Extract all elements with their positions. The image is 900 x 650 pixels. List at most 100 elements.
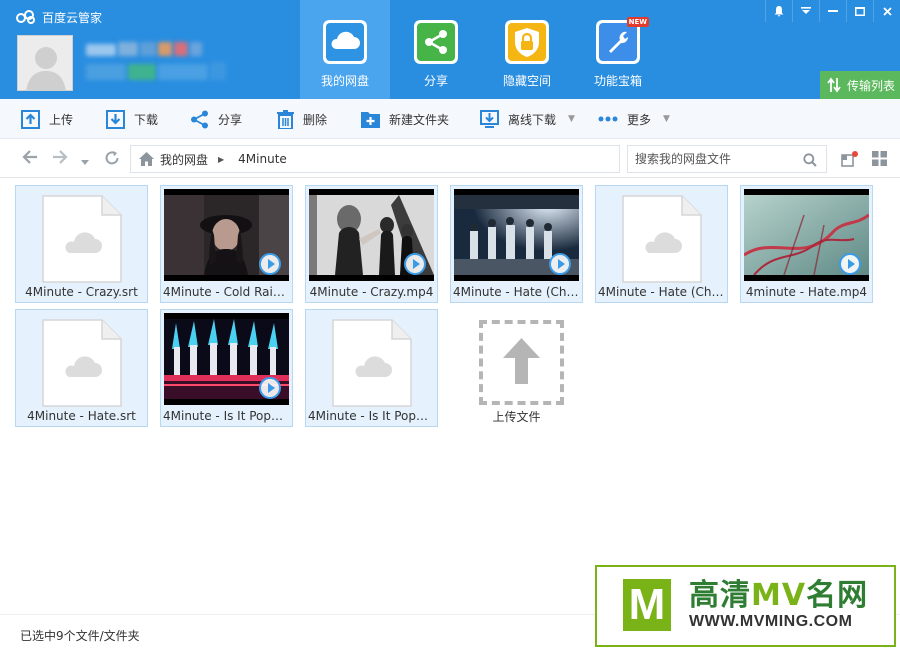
tab-label: 我的网盘 <box>320 74 369 88</box>
breadcrumb-root[interactable]: 我的网盘 <box>160 151 208 168</box>
tab-hidden-space[interactable]: 隐藏空间 <box>482 0 572 99</box>
minimize-icon[interactable] <box>819 0 846 22</box>
play-icon <box>404 253 426 275</box>
offline-download-label: 离线下载 <box>508 112 557 127</box>
file-item[interactable]: 4Minute - Crazy.srt <box>15 185 148 303</box>
subtitle-file-icon <box>42 319 122 407</box>
watermark-title: 高清MV名网 <box>689 579 868 613</box>
more-icon <box>598 116 618 122</box>
file-item[interactable]: 4Minute - Crazy.mp4 <box>305 185 438 303</box>
file-name: 4Minute - Hate (Choreography).mp4 <box>453 285 580 299</box>
file-name: 4Minute - Cold Rain.mp4 <box>163 285 290 299</box>
transfer-list-button[interactable]: 传输列表 <box>820 71 900 99</box>
offline-download-icon <box>480 109 499 128</box>
tab-label: 分享 <box>423 74 448 88</box>
share-button[interactable]: 分享 <box>190 99 242 139</box>
file-item[interactable]: 4Minute - Cold Rain.mp4 <box>160 185 293 303</box>
lock-icon <box>505 20 549 64</box>
watermark-mv: MV <box>751 578 807 613</box>
chevron-right-icon[interactable]: ▶ <box>218 155 224 164</box>
play-icon <box>259 377 281 399</box>
grid-view-icon[interactable] <box>872 151 887 169</box>
address-bar: 我的网盘 ▶ 4Minute <box>0 140 900 178</box>
trash-icon <box>277 109 294 129</box>
file-item[interactable]: 4Minute - Hate (Choreography).srt <box>595 185 728 303</box>
watermark-m-logo-icon: M <box>623 579 671 631</box>
toolbar: 上传 下载 分享 删除 新建文件夹 离线下载 ▼ 更多 ▼ <box>0 99 900 139</box>
subtitle-file-icon <box>42 195 122 283</box>
upload-file-tile[interactable]: 上传文件 <box>450 309 583 427</box>
share-icon <box>191 110 208 128</box>
file-item[interactable]: 4Minute - Hate (Choreography).mp4 <box>450 185 583 303</box>
new-badge: NEW <box>626 17 649 27</box>
file-item[interactable]: 4minute - Hate.mp4 <box>740 185 873 303</box>
chevron-down-icon[interactable]: ▼ <box>663 114 670 124</box>
play-icon <box>839 253 861 275</box>
tab-label: 功能宝箱 <box>593 74 642 88</box>
download-label: 下载 <box>134 112 159 127</box>
history-dropdown-icon[interactable] <box>81 153 89 171</box>
tab-share[interactable]: 分享 <box>391 0 481 99</box>
offline-download-button[interactable]: 离线下载 ▼ <box>480 99 575 139</box>
upload-icon <box>21 109 40 129</box>
blurred-username <box>86 42 226 88</box>
chevron-down-icon[interactable]: ▼ <box>568 114 575 124</box>
watermark-cn-a: 高清 <box>689 578 751 613</box>
more-button[interactable]: 更多 ▼ <box>598 99 670 139</box>
bell-icon[interactable] <box>765 0 792 22</box>
video-thumbnail <box>164 313 289 405</box>
upload-label: 上传 <box>49 112 74 127</box>
selection-status: 已选中9个文件/文件夹 <box>20 629 140 643</box>
baidu-cloud-logo-icon <box>16 10 35 24</box>
upload-dropzone[interactable] <box>479 320 564 405</box>
file-name: 4Minute - Hate (Choreography).srt <box>598 285 725 299</box>
file-item[interactable]: 4Minute - Hate.srt <box>15 309 148 427</box>
search-icon[interactable] <box>803 153 817 167</box>
watermark-logo: M 高清MV名网 WWW.MVMING.COM <box>595 565 896 647</box>
back-arrow-icon[interactable] <box>22 150 38 169</box>
new-folder-icon <box>361 112 380 128</box>
delete-label: 删除 <box>303 112 328 127</box>
forward-arrow-icon[interactable] <box>52 150 68 169</box>
watermark-url: WWW.MVMING.COM <box>689 613 853 630</box>
tab-label: 隐藏空间 <box>502 74 551 88</box>
file-name: 4Minute - Crazy.srt <box>25 285 138 299</box>
home-icon[interactable] <box>139 152 154 166</box>
file-name: 4Minute - Crazy.mp4 <box>309 285 434 299</box>
tab-my-disk[interactable]: 我的网盘 <box>300 0 390 99</box>
file-item[interactable]: 4Minute - Is It Poppin.srt <box>305 309 438 427</box>
breadcrumb-current[interactable]: 4Minute <box>238 152 287 166</box>
tab-toolbox[interactable]: NEW 功能宝箱 <box>573 0 663 99</box>
refresh-icon[interactable] <box>104 150 120 171</box>
user-silhouette-icon <box>18 36 72 90</box>
close-icon[interactable] <box>873 0 900 22</box>
new-folder-button[interactable]: 新建文件夹 <box>361 99 449 139</box>
file-name: 4Minute - Is It Poppin.mp4 <box>163 409 290 423</box>
dropdown-icon[interactable] <box>792 0 819 22</box>
upload-arrow-icon <box>503 338 540 384</box>
maximize-icon[interactable] <box>846 0 873 22</box>
app-title: 百度云管家 <box>16 8 102 26</box>
new-folder-label: 新建文件夹 <box>389 112 450 127</box>
video-thumbnail <box>309 189 434 281</box>
upload-button[interactable]: 上传 <box>21 99 73 139</box>
transfer-arrows-icon <box>827 77 841 93</box>
delete-button[interactable]: 删除 <box>277 99 327 139</box>
more-label: 更多 <box>627 112 652 127</box>
avatar[interactable] <box>17 35 73 91</box>
search-box <box>627 145 827 173</box>
play-icon <box>549 253 571 275</box>
upload-file-label: 上传文件 <box>492 410 541 424</box>
video-thumbnail <box>164 189 289 281</box>
app-title-text: 百度云管家 <box>42 10 103 25</box>
thumbnail-view-icon[interactable] <box>841 151 858 170</box>
subtitle-file-icon <box>622 195 702 283</box>
file-item[interactable]: 4Minute - Is It Poppin.mp4 <box>160 309 293 427</box>
search-input[interactable] <box>628 146 798 172</box>
play-icon <box>259 253 281 275</box>
share-label: 分享 <box>218 112 243 127</box>
breadcrumb: 我的网盘 ▶ 4Minute <box>130 145 620 173</box>
transfer-list-label: 传输列表 <box>847 78 896 93</box>
download-button[interactable]: 下载 <box>106 99 158 139</box>
video-thumbnail <box>744 189 869 281</box>
